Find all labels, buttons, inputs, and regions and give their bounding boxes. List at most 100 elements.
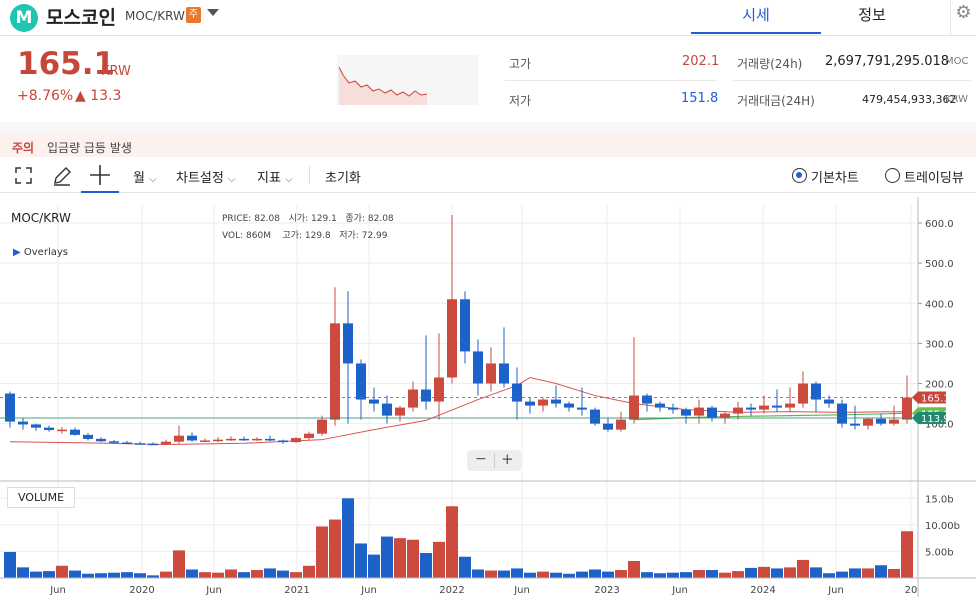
volume-bar xyxy=(875,565,887,578)
candle-body xyxy=(707,407,717,418)
low-label: 저가 xyxy=(509,94,532,108)
change-amount: ▲ 13.3 xyxy=(75,88,122,104)
volume-bar xyxy=(134,573,146,578)
chevron-down-icon: ⌵ xyxy=(227,174,236,185)
volume-bar xyxy=(264,568,276,578)
chevron-down-icon[interactable] xyxy=(207,9,219,16)
stat-divider xyxy=(733,80,971,81)
volume-bar xyxy=(56,565,68,578)
chart-axes: 100.0200.0300.0400.0500.0600.05.00b10.00… xyxy=(0,197,976,597)
candle-body xyxy=(603,423,613,430)
candle-body xyxy=(213,439,223,442)
candle-body xyxy=(616,419,626,430)
candle-body xyxy=(538,399,548,406)
volume-bar xyxy=(563,573,575,578)
time-tick-label: Jun xyxy=(49,585,66,596)
candle-body xyxy=(629,395,639,420)
change-percent: +8.76% xyxy=(17,88,74,104)
volume-bar xyxy=(771,568,783,578)
tradingview-label[interactable]: 트레이딩뷰 xyxy=(904,167,964,186)
volume-bar xyxy=(810,567,822,578)
reset-button[interactable]: 초기화 xyxy=(325,167,361,186)
candle-body xyxy=(148,443,158,446)
fullscreen-icon[interactable] xyxy=(15,167,32,184)
gear-icon[interactable]: ⚙ xyxy=(950,0,976,36)
candle-body xyxy=(447,299,457,378)
volume-unit: MOC xyxy=(945,56,969,67)
time-tick-label: 20 xyxy=(905,585,918,596)
volume-bar xyxy=(576,571,588,578)
overlays-toggle[interactable]: ▶ Overlays xyxy=(13,247,68,258)
candle-body xyxy=(876,418,886,424)
candle-body xyxy=(31,424,41,428)
low-info-label: 저가: xyxy=(339,231,359,241)
basic-chart-radio[interactable] xyxy=(792,168,807,183)
price-chart[interactable]: 100.0200.0300.0400.0500.0600.05.00b10.00… xyxy=(0,197,976,597)
volume-bar xyxy=(199,572,211,578)
candle-body xyxy=(850,423,860,426)
volume-bar xyxy=(719,572,731,578)
zoom-in-button[interactable]: + xyxy=(501,450,514,468)
zoom-divider xyxy=(494,453,495,468)
volume-bar xyxy=(537,571,549,578)
volume-bar xyxy=(654,573,666,578)
tradingview-radio[interactable] xyxy=(885,168,900,183)
volume-bar xyxy=(290,572,302,578)
indicators-menu[interactable]: 지표 ⌵ xyxy=(257,167,293,186)
chevron-down-icon: ⌵ xyxy=(285,174,293,185)
candle-body xyxy=(525,401,535,406)
candle-body xyxy=(668,407,678,410)
candle-body xyxy=(681,409,691,416)
sparkline-svg xyxy=(338,66,428,105)
tab-price[interactable]: 시세 xyxy=(691,0,821,34)
volume-bars xyxy=(4,498,913,578)
candle-body xyxy=(200,440,210,442)
volume-bar xyxy=(628,560,640,578)
volume-bar xyxy=(888,568,900,578)
candle-body xyxy=(187,435,197,441)
candle-body xyxy=(122,442,132,444)
time-tick-label: Jun xyxy=(360,585,377,596)
candle-body xyxy=(161,441,171,445)
candle-body xyxy=(746,407,756,410)
close-info-label: 종가: xyxy=(345,214,365,224)
volume-bar xyxy=(17,567,29,578)
trading-pair: MOC/KRW xyxy=(125,9,185,23)
price-tick-label: 500.0 xyxy=(925,259,954,270)
chevron-down-icon: ⌵ xyxy=(149,174,157,185)
volume-bar xyxy=(433,541,445,578)
volume-bar xyxy=(706,570,718,578)
volume-bar xyxy=(589,569,601,578)
zoom-out-button[interactable]: − xyxy=(475,451,487,467)
volume-bar xyxy=(108,572,120,578)
volume-tick-label: 10.00b xyxy=(925,521,960,532)
volume-bar xyxy=(329,519,341,578)
high-info-value: 129.8 xyxy=(304,231,331,241)
volume-bar xyxy=(303,565,315,578)
candle-body xyxy=(330,323,340,420)
candle-body xyxy=(356,363,366,400)
volume-bar xyxy=(82,573,94,578)
candle-body xyxy=(317,419,327,434)
time-tick-label: Jun xyxy=(827,585,844,596)
chart-settings-menu[interactable]: 차트설정 ⌵ xyxy=(176,167,236,186)
candle-body xyxy=(902,397,912,420)
candle-body xyxy=(343,323,353,364)
draw-pencil-icon[interactable] xyxy=(52,166,72,186)
candle-body xyxy=(733,407,743,414)
candle-body xyxy=(824,399,834,404)
volume-bar xyxy=(446,506,458,578)
candle-body xyxy=(304,433,314,439)
candle-body xyxy=(174,435,184,442)
tab-info[interactable]: 정보 xyxy=(822,0,922,34)
time-tick-label: Jun xyxy=(671,585,688,596)
volume-bar xyxy=(355,543,367,578)
candle-body xyxy=(863,418,873,426)
crosshair-tool[interactable] xyxy=(81,158,119,193)
basic-chart-label[interactable]: 기본차트 xyxy=(811,167,859,186)
volume-bar xyxy=(667,572,679,578)
volume-bar xyxy=(849,568,861,578)
warning-badge: 주 xyxy=(186,7,201,23)
period-select[interactable]: 월 ⌵ xyxy=(133,167,157,186)
volume-bar xyxy=(394,538,406,578)
